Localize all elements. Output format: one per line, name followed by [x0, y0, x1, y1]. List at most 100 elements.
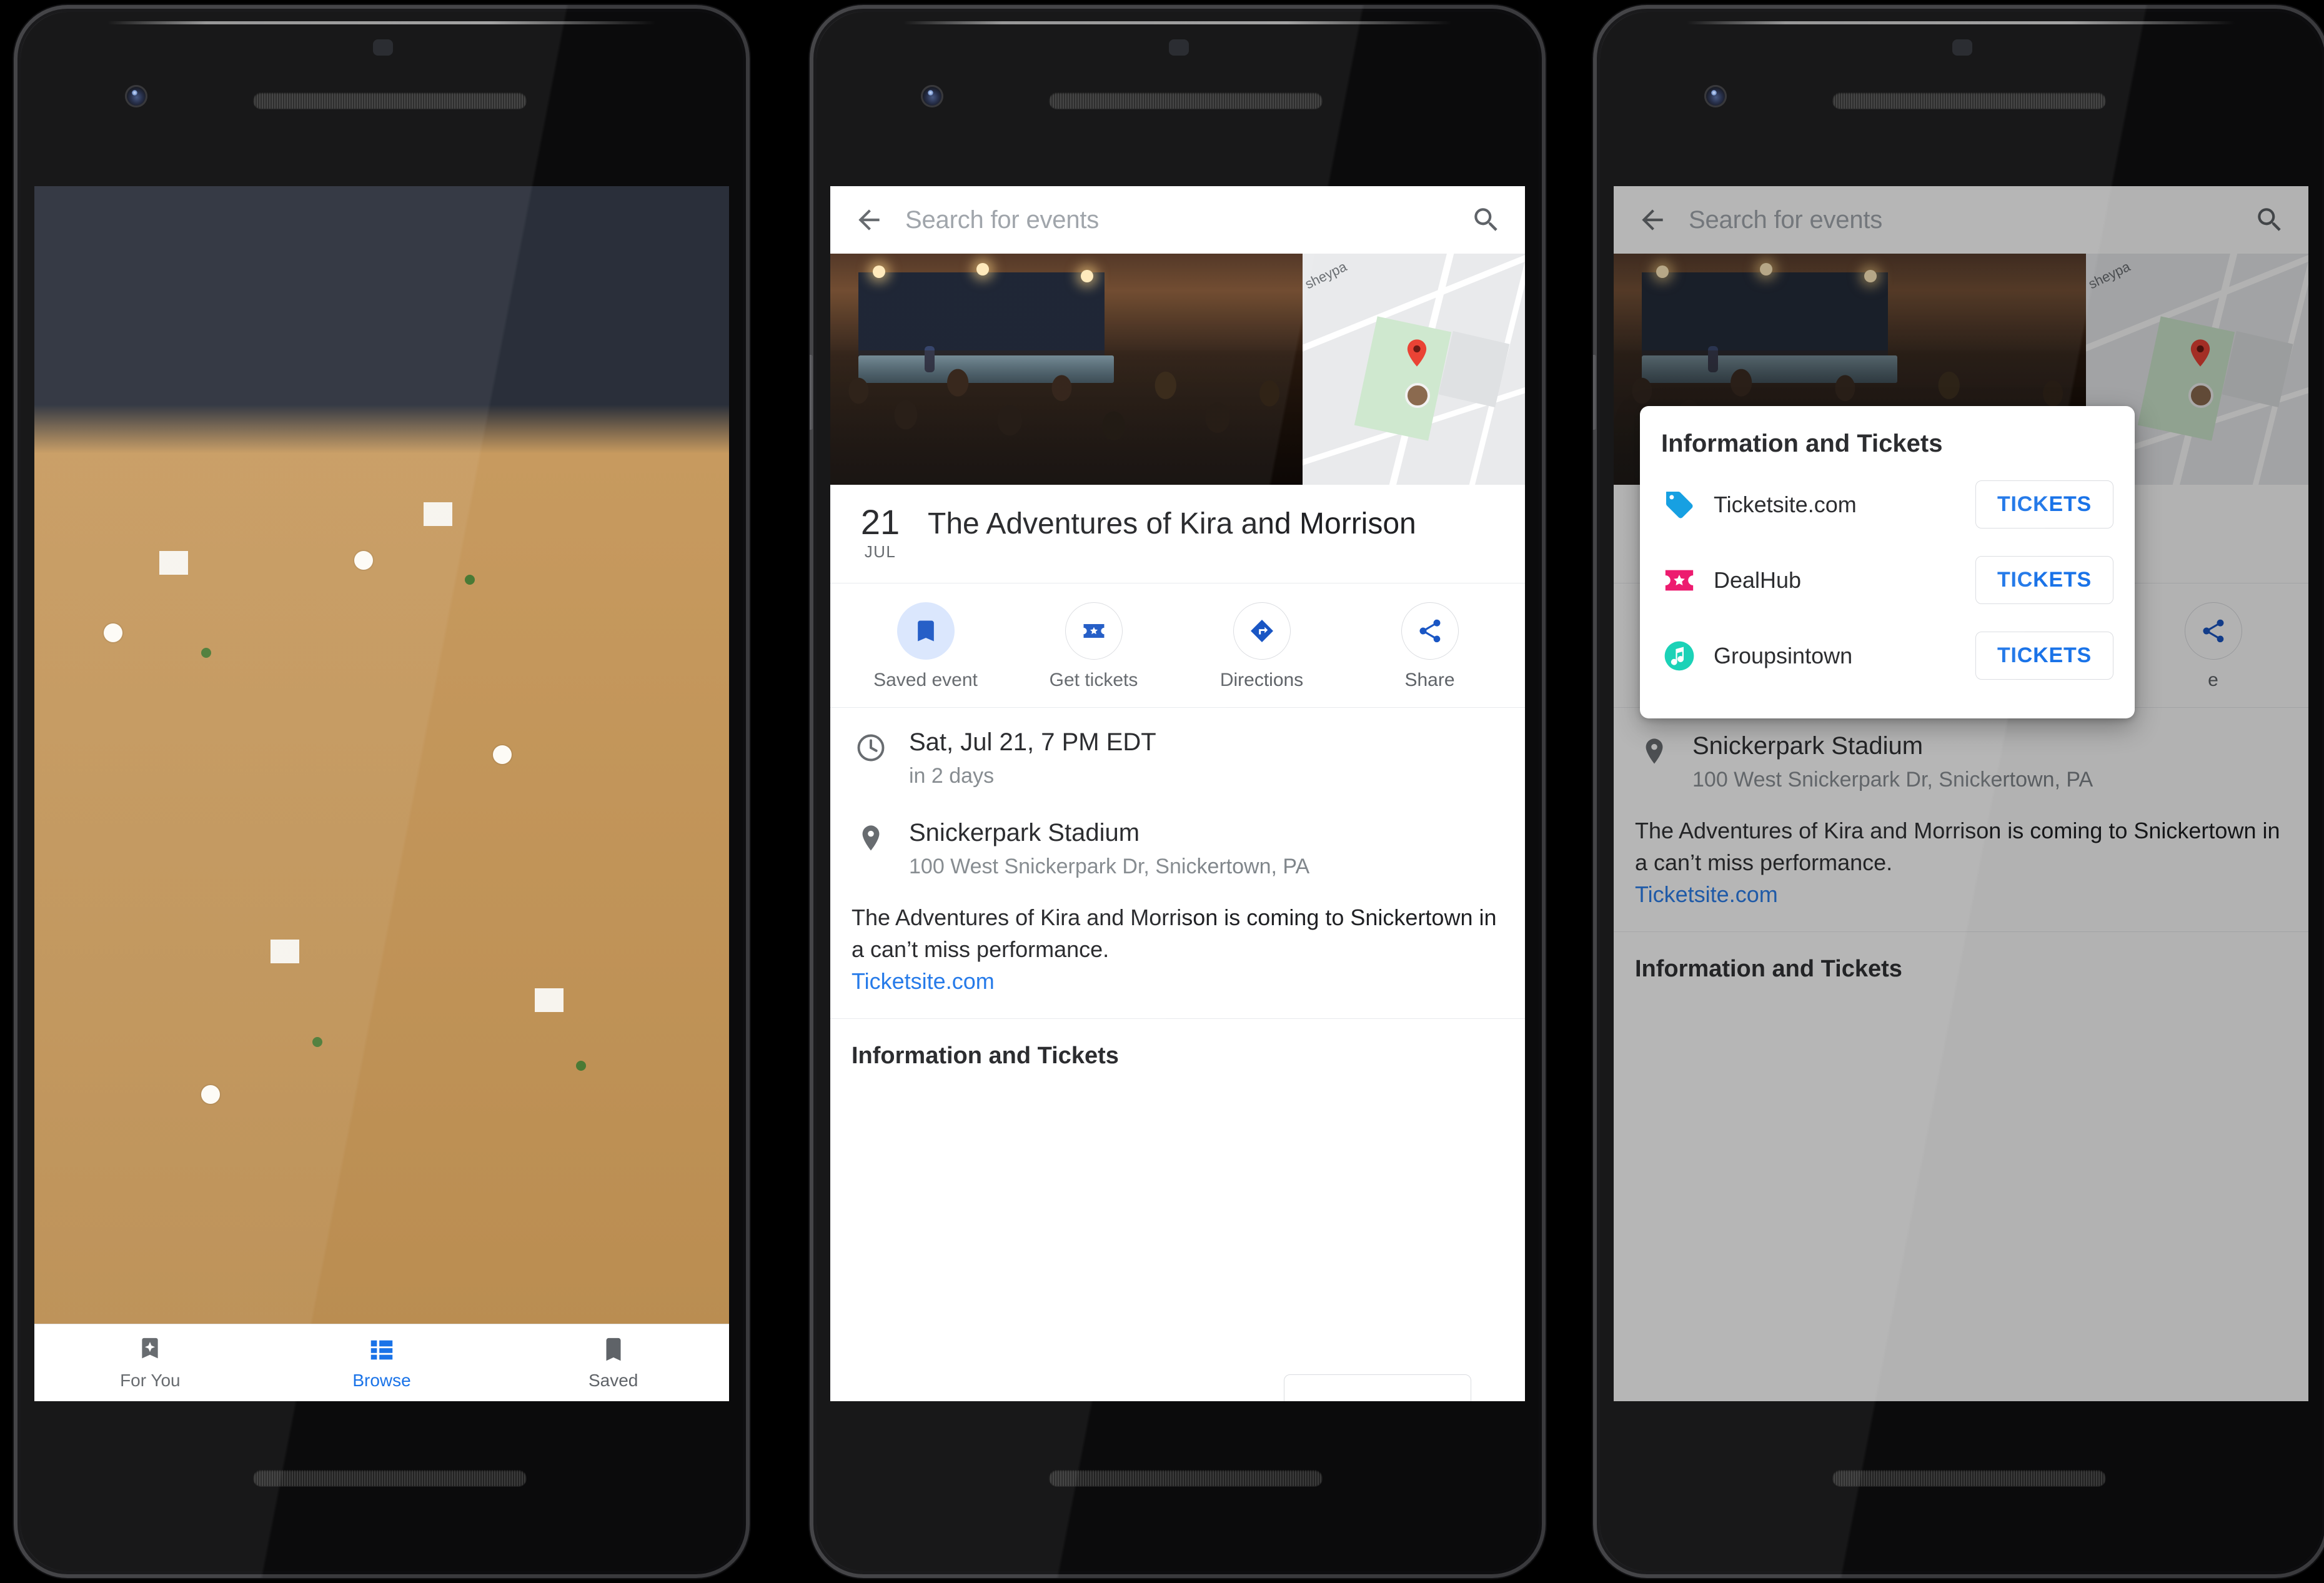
phone-2-device: Search for events sheypa 21 JUL The Adve… [810, 5, 1546, 1578]
phone-3-device: Search for events sheypa e Snickerpark S… [1593, 5, 2324, 1578]
provider-row-dealhub[interactable]: DealHub TICKETS [1661, 542, 2113, 618]
proximity-sensor-icon [1169, 39, 1189, 56]
event-datetime: Sat, Jul 21, 7 PM EDT [909, 728, 1156, 756]
bookmark-icon [606, 1337, 621, 1361]
map-pin-icon [1401, 337, 1433, 369]
arrow-back-icon[interactable] [1632, 200, 1672, 240]
bottom-navigation[interactable]: For You Browse Saved [34, 1324, 729, 1401]
action-label: Share [1404, 670, 1455, 690]
phone-3-top-highlight [1687, 21, 2235, 24]
list-icon [370, 1340, 393, 1359]
information-and-tickets-dialog[interactable]: Information and Tickets Ticketsite.com T… [1640, 406, 2135, 718]
front-camera-icon [1704, 85, 1727, 107]
action-directions[interactable]: Directions [1178, 602, 1346, 691]
action-share[interactable]: e [2129, 602, 2297, 691]
search-bar[interactable]: Search for events [830, 186, 1525, 254]
bookmark-filled-icon[interactable] [896, 602, 955, 660]
tickets-button[interactable]: TICKETS [1975, 480, 2113, 528]
search-input[interactable]: Search for events [1689, 206, 2233, 234]
proximity-sensor-icon [373, 39, 393, 56]
search-icon[interactable] [1466, 200, 1506, 240]
section-title-information-and-tickets: Information and Tickets [852, 1043, 1119, 1069]
page-title: The Adventures of Kira and Morrison [928, 507, 1416, 540]
phone-1-device: concerts in chicago Today Tomorrow This … [14, 5, 750, 1578]
event-actions[interactable]: Saved event Get tickets Directions Share [830, 583, 1525, 708]
provider-row-ticketsite[interactable]: Ticketsite.com TICKETS [1661, 467, 2113, 542]
section-title-information-and-tickets: Information and Tickets [1635, 956, 1902, 983]
action-label-partial-right: e [2208, 670, 2218, 690]
action-saved-event[interactable]: Saved event [842, 602, 1010, 691]
sparkle-bookmark-icon [142, 1337, 158, 1358]
earpiece-speaker-icon [253, 92, 527, 109]
partial-tickets-button[interactable] [1284, 1374, 1471, 1401]
search-input[interactable]: Search for events [905, 206, 1450, 234]
event-source-link[interactable]: Ticketsite.com [852, 965, 1504, 997]
share-icon[interactable] [1401, 602, 1459, 660]
provider-row-groupsintown[interactable]: Groupsintown TICKETS [1661, 618, 2113, 693]
bottom-speaker-icon [1049, 1470, 1323, 1486]
action-label: Saved event [873, 670, 978, 690]
front-camera-icon [125, 85, 147, 107]
action-get-tickets[interactable]: Get tickets [1010, 602, 1178, 691]
bottom-speaker-icon [253, 1470, 527, 1486]
location-pin-icon [852, 817, 890, 855]
map-street-label: sheypa [1303, 258, 1349, 292]
clock-icon [852, 727, 890, 764]
event-day: 21 [860, 502, 900, 542]
event-time-row: Sat, Jul 21, 7 PM EDT in 2 days [830, 708, 1525, 795]
phone-3-screen: Search for events sheypa e Snickerpark S… [1614, 186, 2308, 1401]
bottom-speaker-icon [1832, 1470, 2106, 1486]
directions-icon[interactable] [1233, 602, 1291, 660]
music-note-circle-icon [1661, 638, 1697, 674]
provider-name: Groupsintown [1714, 642, 1853, 668]
volume-button[interactable] [810, 355, 813, 430]
earpiece-speaker-icon [1832, 92, 2106, 109]
event-date: 21 JUL [852, 505, 909, 562]
event-description-block: The Adventures of Kira and Morrison is c… [1614, 798, 2308, 933]
screenshot-canvas: concerts in chicago Today Tomorrow This … [0, 0, 2324, 1583]
nav-label: For You [120, 1370, 181, 1390]
search-icon[interactable] [2250, 200, 2290, 240]
action-label: Directions [1219, 670, 1304, 690]
location-pin-icon [1635, 730, 1674, 768]
tickets-button[interactable]: TICKETS [1975, 632, 2113, 680]
event-thumbnail [34, 186, 729, 1401]
venue-name: Snickerpark Stadium [909, 819, 1140, 847]
share-icon[interactable] [2184, 602, 2242, 660]
provider-name: Ticketsite.com [1714, 491, 1857, 517]
event-description-block: The Adventures of Kira and Morrison is c… [830, 885, 1525, 1020]
volume-button[interactable] [1593, 355, 1596, 430]
nav-for-you[interactable]: For You [34, 1336, 266, 1391]
event-list[interactable]: 20 JUL Pitchspoon Music Festival 2018 Fr… [34, 186, 729, 1401]
proximity-sensor-icon [1952, 39, 1972, 56]
ticket-star-icon[interactable] [1065, 602, 1123, 660]
venue-address: 100 West Snickerpark Dr, Snickertown, PA [909, 855, 1310, 879]
event-venue-row: Snickerpark Stadium 100 West Snickerpark… [830, 795, 1525, 885]
provider-name: DealHub [1714, 567, 1802, 593]
list-item[interactable]: 22 JUL Sunday Feasts with Friends Sunday [34, 186, 729, 1401]
nav-saved[interactable]: Saved [497, 1336, 729, 1391]
map-venue-avatar [1404, 383, 1430, 409]
event-hero: sheypa [830, 254, 1525, 485]
action-share[interactable]: Share [1346, 602, 1514, 691]
dialog-title: Information and Tickets [1661, 430, 1943, 457]
map-street-label: sheypa [2086, 258, 2133, 292]
event-relative-time: in 2 days [909, 764, 995, 788]
tickets-button[interactable]: TICKETS [1975, 556, 2113, 604]
price-tag-icon [1661, 487, 1697, 523]
event-header: 21 JUL The Adventures of Kira and Morris… [830, 485, 1525, 583]
nav-browse[interactable]: Browse [266, 1336, 498, 1391]
search-bar[interactable]: Search for events [1614, 186, 2308, 254]
event-description: The Adventures of Kira and Morrison is c… [852, 905, 1497, 963]
phone-2-screen: Search for events sheypa 21 JUL The Adve… [830, 186, 1525, 1401]
event-description: The Adventures of Kira and Morrison is c… [1635, 818, 2280, 876]
nav-label: Saved [588, 1370, 638, 1390]
ticket-star-icon [1661, 562, 1697, 598]
phone-1-top-highlight [107, 21, 656, 24]
arrow-back-icon[interactable] [849, 200, 889, 240]
venue-address: 100 West Snickerpark Dr, Snickertown, PA [1692, 768, 2093, 792]
phone-2-top-highlight [903, 21, 1452, 24]
event-venue-row: Snickerpark Stadium 100 West Snickerpark… [1614, 708, 2308, 798]
event-source-link[interactable]: Ticketsite.com [1635, 878, 2287, 910]
venue-map[interactable]: sheypa [1303, 254, 1525, 485]
